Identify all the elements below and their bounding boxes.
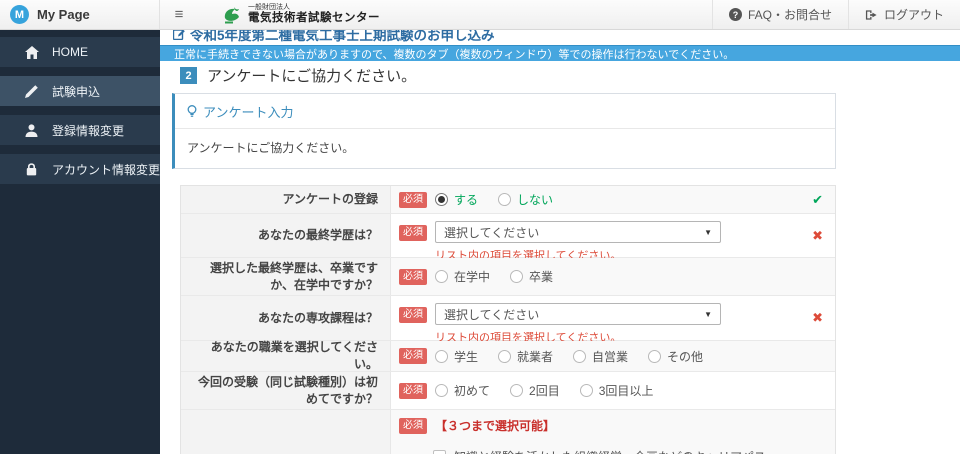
invalid-x-icon: ✖ <box>812 310 823 326</box>
logout-label: ログアウト <box>884 6 944 23</box>
radio-option-suru[interactable]: する <box>435 191 478 208</box>
mypage-logo-icon: M <box>10 5 29 24</box>
mypage-brand-label: My Page <box>37 7 90 22</box>
required-badge: 必須 <box>399 192 427 208</box>
radio-option-second-time[interactable]: 2回目 <box>510 382 560 399</box>
radio-icon[interactable] <box>573 350 586 363</box>
radio-option-other[interactable]: その他 <box>648 348 703 365</box>
mypage-brand[interactable]: M My Page <box>0 0 160 29</box>
faq-label: FAQ・お問合せ <box>748 6 832 23</box>
radio-option-self-employed[interactable]: 自営業 <box>573 348 628 365</box>
sidebar-item-account-info[interactable]: アカウント情報変更 <box>0 154 160 184</box>
radio-icon[interactable] <box>648 350 661 363</box>
sidebar-item-label: HOME <box>52 45 88 59</box>
checkbox-icon[interactable] <box>433 450 446 454</box>
row-label <box>181 410 391 454</box>
sidebar-item-label: 試験申込 <box>52 83 100 100</box>
org-title: 電気技術者試験センター <box>248 12 380 25</box>
required-badge: 必須 <box>399 307 427 323</box>
row-label: あなたの専攻課程は？ <box>181 296 391 340</box>
radio-icon[interactable] <box>498 193 511 206</box>
survey-form: アンケートの登録 必須 する しない ✔ あなたの最終学歴は？ 必須 <box>180 185 836 454</box>
form-row-major: あなたの専攻課程は？ 必須 選択してください ▼ リスト内の項目を選択してくださ… <box>181 296 835 341</box>
radio-icon[interactable] <box>435 384 448 397</box>
required-badge: 必須 <box>399 269 427 285</box>
row-label: あなたの最終学歴は？ <box>181 214 391 257</box>
faq-link[interactable]: ? FAQ・お問合せ <box>712 0 848 29</box>
radio-icon[interactable] <box>498 350 511 363</box>
sidebar-nav: HOME 試験申込 登録情報変更 アカウント情報変更 <box>0 30 160 454</box>
radio-option-employed[interactable]: 就業者 <box>498 348 553 365</box>
required-badge: 必須 <box>399 225 427 241</box>
sidebar-item-exam-application[interactable]: 試験申込 <box>0 76 160 106</box>
sidebar-toggle-icon[interactable]: ≡ <box>160 0 198 29</box>
invalid-x-icon: ✖ <box>812 228 823 244</box>
panel-title: アンケート入力 <box>203 102 293 121</box>
logout-button[interactable]: ログアウト <box>848 0 960 29</box>
radio-icon[interactable] <box>580 384 593 397</box>
form-row-education: あなたの最終学歴は？ 必須 選択してください ▼ リスト内の項目を選択してくださ… <box>181 214 835 258</box>
home-icon <box>24 45 39 59</box>
radio-icon[interactable] <box>435 270 448 283</box>
required-badge: 必須 <box>399 383 427 399</box>
radio-icon[interactable] <box>435 193 448 206</box>
row-label: 今回の受験（同じ試験種別）は初めてですか？ <box>181 372 391 409</box>
lock-icon <box>24 162 39 176</box>
step-title: アンケートにご協力ください。 <box>207 65 416 86</box>
radio-option-enrolled[interactable]: 在学中 <box>435 268 490 285</box>
survey-panel: アンケート入力 アンケートにご協力ください。 <box>172 93 836 169</box>
row-label: あなたの職業を選択してください。 <box>181 341 391 371</box>
form-row-enrollment-status: 選択した最終学歴は、卒業ですか、在学中ですか？ 必須 在学中 卒業 <box>181 258 835 296</box>
lightbulb-icon <box>187 105 197 118</box>
org-logo: 一般財団法人 電気技術者試験センター <box>198 0 380 29</box>
row-label: 選択した最終学歴は、卒業ですか、在学中ですか？ <box>181 258 391 295</box>
radio-option-graduated[interactable]: 卒業 <box>510 268 553 285</box>
question-icon: ? <box>729 8 742 21</box>
radio-option-student[interactable]: 学生 <box>435 348 478 365</box>
pencil-icon <box>24 84 39 98</box>
multi-select-note: 【３つまで選択可能】 <box>435 417 555 434</box>
step-heading: 2 アンケートにご協力ください。 <box>180 65 416 86</box>
sidebar-item-home[interactable]: HOME <box>0 37 160 67</box>
step-number-badge: 2 <box>180 67 197 84</box>
user-icon <box>24 123 39 137</box>
checkbox-option-career-path[interactable]: 知識と経験を活かした組織経営、企画などのキャリアパス <box>433 448 766 454</box>
form-row-career-multi-select: 必須 【３つまで選択可能】 知識と経験を活かした組織経営、企画などのキャリアパス <box>181 410 835 454</box>
org-leaf-icon <box>220 5 242 25</box>
required-badge: 必須 <box>399 418 427 434</box>
valid-check-icon: ✔ <box>812 192 823 208</box>
org-subtitle: 一般財団法人 <box>248 4 380 12</box>
radio-option-first-time[interactable]: 初めて <box>435 382 490 399</box>
radio-option-shinai[interactable]: しない <box>498 191 553 208</box>
main-content: 令和5年度第二種電気工事士上期試験のお申し込み 正常に手続きできない場合がありま… <box>160 30 960 454</box>
sidebar-item-label: 登録情報変更 <box>52 122 124 139</box>
required-badge: 必須 <box>399 348 427 364</box>
form-row-survey-registration: アンケートの登録 必須 する しない ✔ <box>181 186 835 214</box>
top-header: M My Page ≡ 一般財団法人 電気技術者試験センター ? FAQ・お問合… <box>0 0 960 30</box>
sidebar-item-registration-info[interactable]: 登録情報変更 <box>0 115 160 145</box>
sign-out-icon <box>865 9 878 21</box>
row-label: アンケートの登録 <box>181 186 391 213</box>
education-select[interactable]: 選択してください ▼ <box>435 221 721 243</box>
panel-body-text: アンケートにご協力ください。 <box>175 129 835 168</box>
form-row-attempt-count: 今回の受験（同じ試験種別）は初めてですか？ 必須 初めて 2回目 3回目以上 <box>181 372 835 410</box>
sidebar-item-label: アカウント情報変更 <box>52 161 160 178</box>
radio-icon[interactable] <box>435 350 448 363</box>
warning-banner: 正常に手続きできない場合がありますので、複数のタブ（複数のウィンドウ）等での操作… <box>160 45 960 61</box>
form-row-occupation: あなたの職業を選択してください。 必須 学生 就業者 自営業 その他 <box>181 341 835 372</box>
radio-option-third-or-more[interactable]: 3回目以上 <box>580 382 654 399</box>
chevron-down-icon: ▼ <box>704 310 712 319</box>
form-pencil-icon <box>173 30 185 40</box>
radio-icon[interactable] <box>510 270 523 283</box>
page-title: 令和5年度第二種電気工事士上期試験のお申し込み <box>173 30 495 43</box>
radio-icon[interactable] <box>510 384 523 397</box>
chevron-down-icon: ▼ <box>704 228 712 237</box>
major-select[interactable]: 選択してください ▼ <box>435 303 721 325</box>
